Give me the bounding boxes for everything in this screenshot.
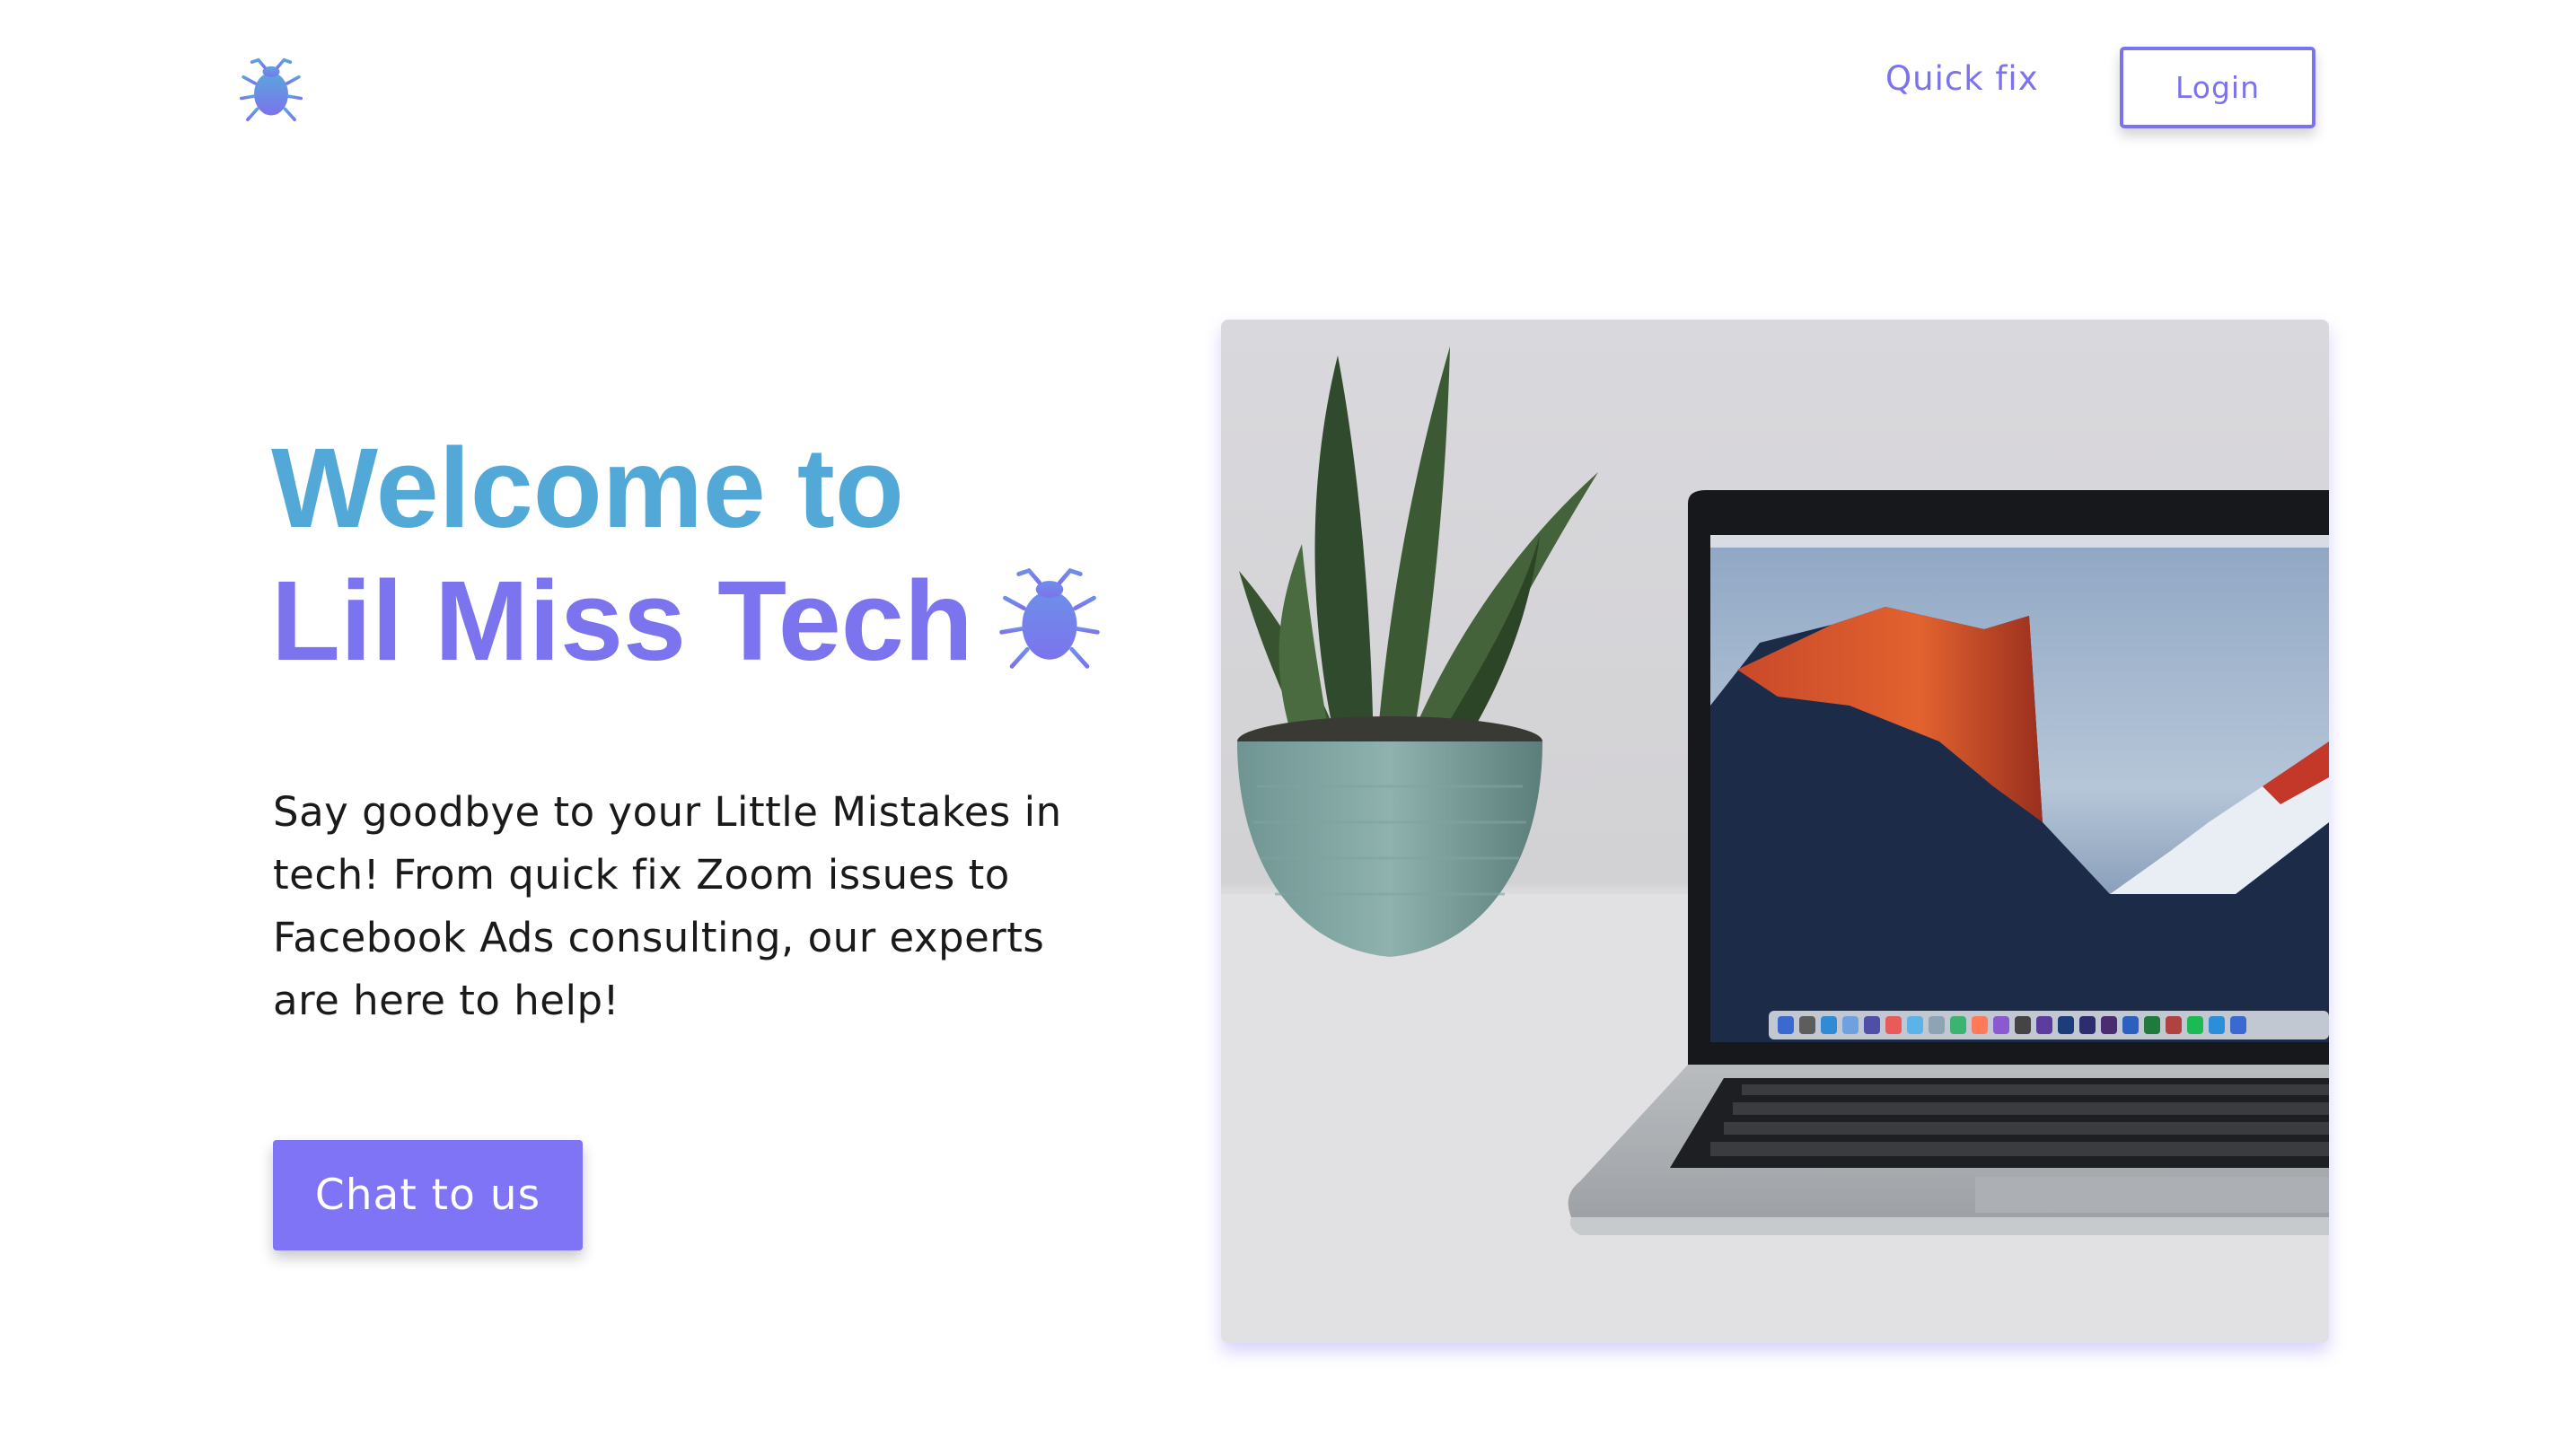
hero-title-line-1: Welcome to: [271, 425, 904, 551]
chat-to-us-button[interactable]: Chat to us: [273, 1140, 583, 1250]
hero-title-line-2: Lil Miss Tech: [271, 557, 973, 684]
login-button[interactable]: Login: [2120, 47, 2315, 128]
bug-logo-icon[interactable]: [237, 56, 305, 124]
hero-description: Say goodbye to your Little Mistakes in t…: [273, 788, 1062, 1024]
landing-page: Quick fix Login Welcome to Lil Miss Tech: [0, 0, 2557, 1456]
nav-quick-fix-link[interactable]: Quick fix: [1885, 59, 2039, 98]
bug-icon: [995, 564, 1104, 673]
hero-image: [1221, 320, 2329, 1343]
hero-title: Welcome to Lil Miss Tech: [271, 422, 973, 688]
